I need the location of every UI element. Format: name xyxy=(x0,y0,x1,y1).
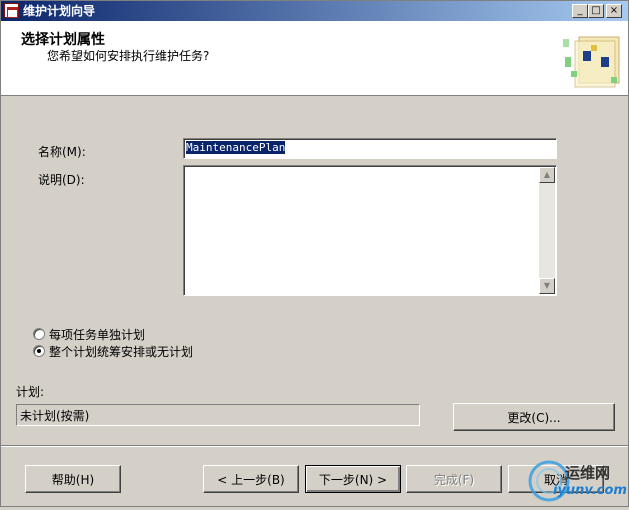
window-title: 维护计划向导 xyxy=(23,4,96,18)
radio-single-label[interactable]: 整个计划统筹安排或无计划 xyxy=(49,343,193,360)
help-button[interactable]: 帮助(H) xyxy=(25,465,121,493)
maintenance-plan-icon xyxy=(563,36,620,88)
watermark-brand: 运维网 xyxy=(565,464,611,482)
description-scrollbar[interactable]: ▲ ▼ xyxy=(539,167,555,294)
name-input[interactable]: MaintenancePlan xyxy=(183,138,557,159)
finish-button: 完成(F) xyxy=(406,465,502,493)
back-button[interactable]: < 上一步(B) xyxy=(203,465,299,493)
minimize-button[interactable]: _ xyxy=(572,4,588,18)
description-label: 说明(D): xyxy=(38,173,85,187)
page-title: 选择计划属性 xyxy=(21,32,105,48)
schedule-value: 未计划(按需) xyxy=(16,404,420,426)
site-watermark: 运维网 iyunv.com xyxy=(523,457,629,507)
name-input-value: MaintenancePlan xyxy=(186,141,286,154)
scroll-up-button[interactable]: ▲ xyxy=(539,167,555,183)
maximize-button[interactable]: □ xyxy=(588,4,604,18)
close-button[interactable]: × xyxy=(606,4,622,18)
footer-separator xyxy=(1,445,628,447)
description-textarea[interactable]: ▲ ▼ xyxy=(183,165,557,296)
schedule-label: 计划: xyxy=(16,385,45,399)
title-bar[interactable]: 维护计划向导 _ □ × xyxy=(1,1,628,21)
page-subtitle: 您希望如何安排执行维护任务? xyxy=(47,49,210,63)
scroll-down-button[interactable]: ▼ xyxy=(539,278,555,294)
wizard-window: 维护计划向导 _ □ × 选择计划属性 您希望如何安排执行维护任务? 名称(M)… xyxy=(0,0,629,507)
radio-single-schedule[interactable] xyxy=(33,345,45,357)
wizard-header: 选择计划属性 您希望如何安排执行维护任务? xyxy=(1,21,628,96)
name-label: 名称(M): xyxy=(38,145,86,159)
radio-separate-schedules[interactable] xyxy=(33,328,45,340)
watermark-url: iyunv.com xyxy=(553,483,627,498)
next-button[interactable]: 下一步(N) > xyxy=(305,465,401,493)
radio-separate-label[interactable]: 每项任务单独计划 xyxy=(49,326,145,343)
wizard-app-icon xyxy=(4,3,19,18)
change-schedule-button[interactable]: 更改(C)... xyxy=(453,403,615,431)
